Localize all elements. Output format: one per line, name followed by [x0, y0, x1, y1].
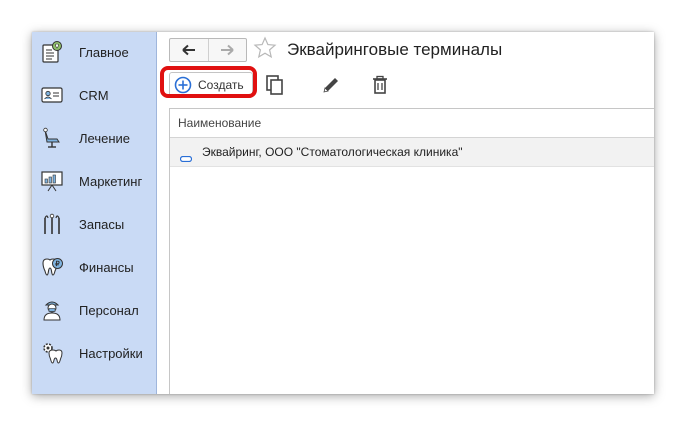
- arrow-right-icon: [221, 44, 234, 56]
- sidebar: Главное CRM Лечение Маркетинг Запасы ₽ Ф…: [32, 32, 157, 394]
- dental-chair-icon: [40, 126, 64, 150]
- sidebar-item-crm[interactable]: CRM: [32, 75, 156, 115]
- page-title: Эквайринговые терминалы: [287, 40, 503, 59]
- items-table: Наименование Эквайринг, ООО "Стоматологи…: [169, 108, 654, 394]
- plus-circle-icon: [174, 76, 192, 94]
- svg-text:₽: ₽: [55, 260, 60, 268]
- sidebar-item-label: Финансы: [79, 259, 134, 275]
- tooth-coin-icon: ₽: [40, 255, 64, 279]
- favorite-star-icon[interactable]: [253, 36, 277, 60]
- sidebar-item-stock[interactable]: Запасы: [32, 204, 156, 244]
- sidebar-item-label: CRM: [79, 87, 109, 103]
- edit-button[interactable]: [319, 72, 343, 98]
- delete-button[interactable]: [368, 72, 392, 98]
- table-header: Наименование: [170, 109, 654, 138]
- nav-buttons: [169, 38, 247, 62]
- sidebar-item-marketing[interactable]: Маркетинг: [32, 161, 156, 201]
- sidebar-item-label: Персонал: [79, 302, 139, 318]
- table-row[interactable]: Эквайринг, ООО "Стоматологическая клиник…: [170, 138, 654, 167]
- back-button[interactable]: [170, 39, 208, 61]
- forward-button[interactable]: [207, 39, 247, 61]
- sidebar-item-label: Настройки: [79, 345, 143, 361]
- main-content: Эквайринговые терминалы Создать Наименов…: [157, 32, 654, 394]
- item-marker-icon: [179, 149, 193, 167]
- app-window: Главное CRM Лечение Маркетинг Запасы ₽ Ф…: [32, 32, 654, 394]
- arrow-left-icon: [182, 44, 195, 56]
- dental-tools-icon: [40, 212, 64, 236]
- row-name: Эквайринг, ООО "Стоматологическая клиник…: [202, 145, 463, 159]
- column-header-name[interactable]: Наименование: [178, 116, 261, 130]
- trash-icon: [373, 75, 387, 94]
- sidebar-item-label: Запасы: [79, 216, 125, 232]
- copy-icon: [266, 75, 283, 95]
- sidebar-item-main[interactable]: Главное: [32, 32, 156, 72]
- sidebar-item-settings[interactable]: Настройки: [32, 333, 156, 373]
- sidebar-item-treatment[interactable]: Лечение: [32, 118, 156, 158]
- sidebar-item-label: Главное: [79, 44, 129, 60]
- sidebar-item-finance[interactable]: ₽ Финансы: [32, 247, 156, 287]
- create-button[interactable]: Создать: [169, 72, 253, 98]
- presentation-chart-icon: [40, 169, 64, 193]
- pencil-icon: [323, 78, 338, 93]
- home-icon: [40, 40, 64, 64]
- sidebar-item-staff[interactable]: Персонал: [32, 290, 156, 330]
- create-button-label: Создать: [198, 78, 244, 92]
- copy-button[interactable]: [263, 72, 287, 98]
- doctor-icon: [40, 298, 64, 322]
- sidebar-item-label: Маркетинг: [79, 173, 143, 189]
- tooth-gear-icon: [40, 341, 64, 365]
- sidebar-item-label: Лечение: [79, 130, 131, 146]
- id-card-icon: [40, 83, 64, 107]
